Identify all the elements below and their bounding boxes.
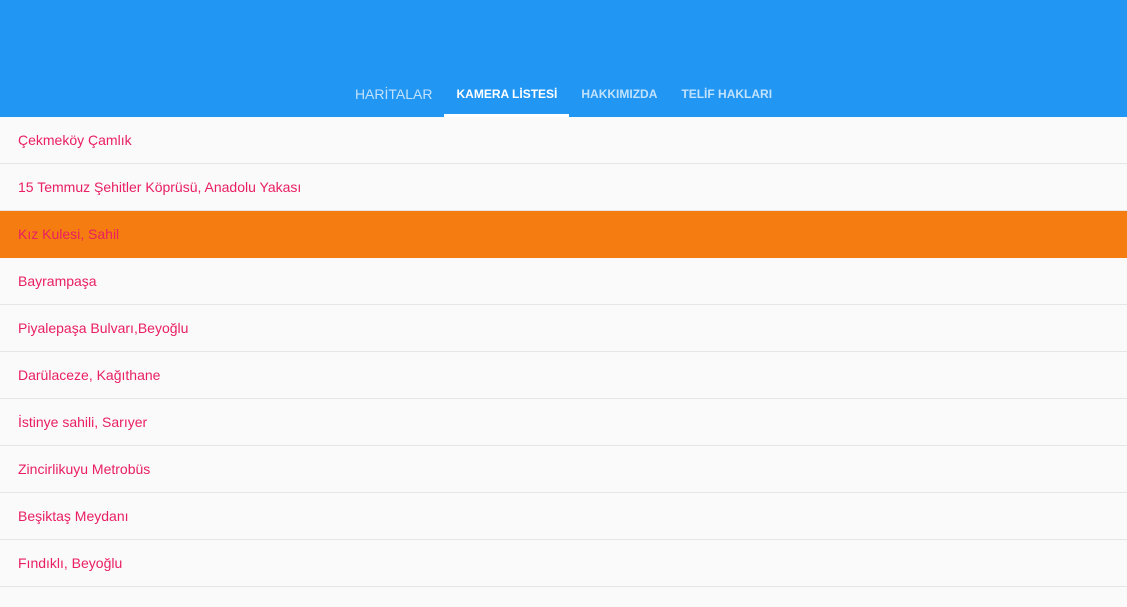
tab-label: TELİF HAKLARI: [681, 86, 773, 101]
camera-list-item-selected[interactable]: Kız Kulesi, Sahil: [0, 211, 1127, 258]
app-bar: HARİTALAR KAMERA LİSTESİ HAKKIMIZDA TELİ…: [0, 0, 1127, 117]
tab-label: HARİTALAR: [354, 85, 433, 102]
camera-list-item[interactable]: Darülaceze, Kağıthane: [0, 352, 1127, 399]
camera-list-item[interactable]: Beşiktaş Meydanı: [0, 493, 1127, 540]
tab-label: HAKKIMIZDA: [581, 86, 658, 101]
camera-list-item[interactable]: 15 Temmuz Şehitler Köprüsü, Anadolu Yaka…: [0, 164, 1127, 211]
tab-haritalar[interactable]: HARİTALAR: [343, 70, 445, 117]
camera-name: Beşiktaş Meydanı: [18, 508, 129, 524]
tab-bar: HARİTALAR KAMERA LİSTESİ HAKKIMIZDA TELİ…: [0, 70, 1127, 117]
camera-name: Piyalepaşa Bulvarı,Beyoğlu: [18, 320, 189, 336]
camera-list: Çekmeköy Çamlık 15 Temmuz Şehitler Köprü…: [0, 117, 1127, 607]
camera-list-item[interactable]: İstinye sahili, Sarıyer: [0, 399, 1127, 446]
camera-list-item[interactable]: Piyalepaşa Bulvarı,Beyoğlu: [0, 305, 1127, 352]
camera-list-item[interactable]: Çekmeköy Çamlık: [0, 117, 1127, 164]
camera-name: Bayrampaşa: [18, 273, 97, 289]
camera-list-item[interactable]: Bayrampaşa: [0, 258, 1127, 305]
camera-name: Fındıklı, Beyoğlu: [18, 555, 123, 571]
camera-name: Darülaceze, Kağıthane: [18, 367, 161, 383]
camera-name: Kız Kulesi, Sahil: [18, 226, 120, 242]
camera-name: 15 Temmuz Şehitler Köprüsü, Anadolu Yaka…: [18, 179, 302, 195]
camera-list-item[interactable]: [0, 587, 1127, 607]
camera-name: İstinye sahili, Sarıyer: [18, 414, 148, 430]
camera-list-item[interactable]: Zincirlikuyu Metrobüs: [0, 446, 1127, 493]
tab-hakkimizda[interactable]: HAKKIMIZDA: [569, 70, 669, 117]
camera-list-item[interactable]: Fındıklı, Beyoğlu: [0, 540, 1127, 587]
tab-label: KAMERA LİSTESİ: [456, 86, 558, 101]
tab-telif-haklari[interactable]: TELİF HAKLARI: [669, 70, 784, 117]
tab-kamera-listesi[interactable]: KAMERA LİSTESİ: [444, 70, 570, 117]
camera-name: Zincirlikuyu Metrobüs: [18, 461, 151, 477]
camera-name: Çekmeköy Çamlık: [18, 132, 132, 148]
